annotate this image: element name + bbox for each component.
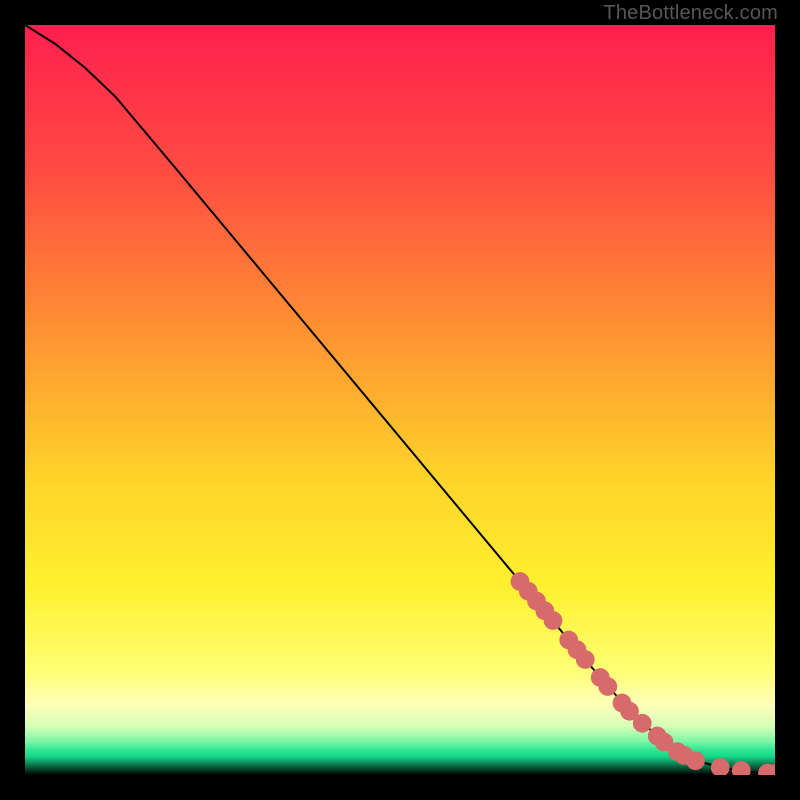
chart-plot-area (25, 25, 775, 775)
chart-canvas (25, 25, 775, 775)
watermark-text: TheBottleneck.com (603, 2, 778, 25)
data-marker (598, 677, 617, 696)
chart-frame: TheBottleneck.com (0, 0, 800, 800)
data-marker (686, 751, 705, 770)
gradient-background (25, 25, 775, 775)
data-marker (633, 714, 652, 733)
data-marker (576, 650, 595, 669)
data-marker (544, 611, 563, 630)
